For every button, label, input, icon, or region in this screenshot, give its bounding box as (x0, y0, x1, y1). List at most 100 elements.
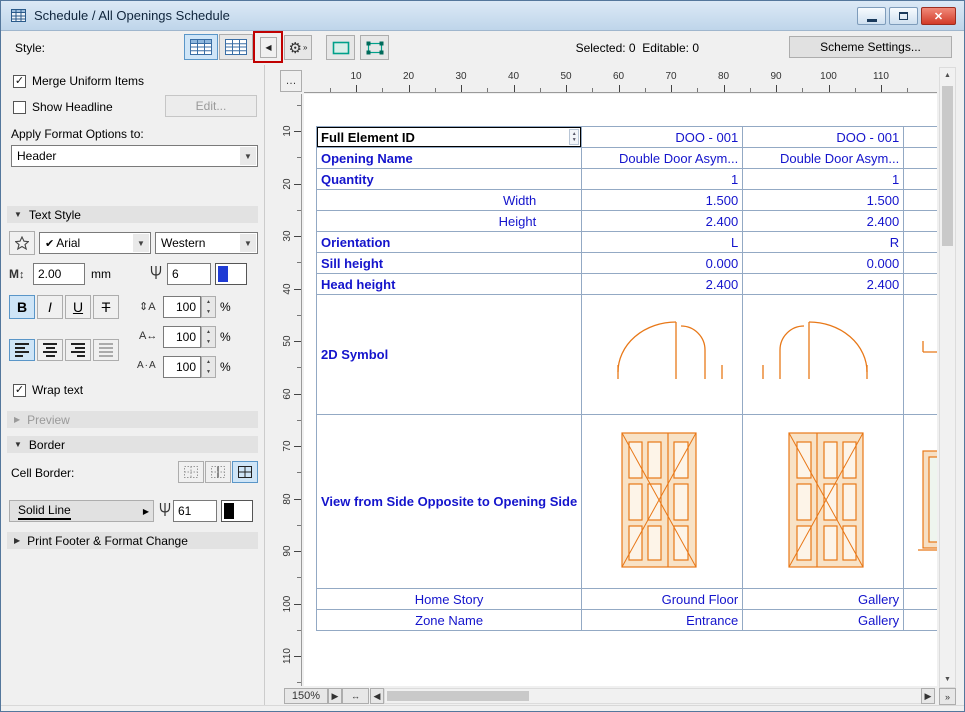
cell-value[interactable]: DOO - 002 (904, 127, 937, 148)
sort-widget[interactable]: ▲▼ (569, 129, 579, 145)
style-grid-colored-button[interactable] (184, 34, 218, 60)
font-family-select[interactable]: ✔ Arial ▼ (39, 232, 151, 254)
cell-value[interactable]: L (904, 232, 937, 253)
show-headline-checkbox[interactable]: Show Headline (13, 100, 113, 114)
edit-headline-button[interactable]: Edit... (165, 95, 257, 117)
align-justify-button[interactable] (93, 339, 119, 361)
border-section-header[interactable]: ▼ Border (7, 436, 258, 453)
char-spacing-stepper[interactable]: ▲▼ (201, 356, 216, 378)
cell-value[interactable]: 2.400 (904, 274, 937, 295)
line-spacing-stepper[interactable]: ▲▼ (201, 296, 216, 318)
cell-value[interactable]: Gallery (743, 589, 904, 610)
ruler-corner-button[interactable]: … (280, 70, 302, 92)
font-script-select[interactable]: Western ▼ (155, 232, 258, 254)
cell-value[interactable]: 1 (582, 169, 743, 190)
strikethrough-button[interactable]: T (93, 295, 119, 319)
schedule-canvas[interactable]: Full Element ID ▲▼ DOO - 001 DOO - 001 D… (304, 94, 937, 686)
text-style-section-header[interactable]: ▼ Text Style (7, 206, 258, 223)
cell-side-view[interactable] (904, 415, 937, 589)
align-right-button[interactable] (65, 339, 91, 361)
font-size-field[interactable] (33, 263, 85, 285)
wrap-text-checkbox[interactable]: ✓ Wrap text (13, 383, 83, 397)
cell-value[interactable]: DOO - 001 (743, 127, 904, 148)
scroll-down-icon[interactable]: ▼ (940, 672, 955, 687)
cell-value[interactable]: 2.400 (582, 211, 743, 232)
bold-button[interactable]: B (9, 295, 35, 319)
cell-value[interactable]: 2.400 (743, 211, 904, 232)
cell-value[interactable]: Double Door Asym... (582, 148, 743, 169)
row-label[interactable]: 2D Symbol (317, 295, 582, 415)
align-center-button[interactable] (37, 339, 63, 361)
text-pen-color-button[interactable] (215, 263, 247, 285)
horizontal-scroll-thumb[interactable] (387, 691, 529, 701)
zoom-flyout-button[interactable]: ▶ (328, 688, 342, 704)
cell-value[interactable]: Exhibition space (904, 610, 937, 631)
row-label[interactable]: Quantity (317, 169, 582, 190)
row-label[interactable]: Full Element ID ▲▼ (317, 127, 582, 148)
text-pen-field[interactable] (167, 263, 211, 285)
minimize-button[interactable] (857, 7, 886, 25)
cell-value[interactable]: Gallery (743, 610, 904, 631)
scheme-settings-button[interactable]: Scheme Settings... (789, 36, 952, 58)
scroll-left-icon[interactable]: ◀ (370, 688, 384, 704)
line-type-select[interactable]: Solid Line ▶ (9, 500, 154, 522)
vertical-scrollbar[interactable]: ▲ ▼ (939, 67, 956, 688)
cell-side-view[interactable] (582, 415, 743, 589)
cell-value[interactable]: Sliding Door 19 (904, 148, 937, 169)
cell-value[interactable]: 2.400 (743, 274, 904, 295)
char-spacing-field[interactable] (163, 356, 201, 378)
scroll-right-icon[interactable]: ▶ (921, 688, 935, 704)
horizontal-scrollbar[interactable] (384, 688, 935, 704)
cell-value[interactable]: 1 (904, 169, 937, 190)
underline-button[interactable]: U (65, 295, 91, 319)
pane-divider-button[interactable]: » (939, 688, 956, 705)
cell-value[interactable]: 0.000 (904, 253, 937, 274)
cell-value[interactable]: Ground Floor (904, 589, 937, 610)
select-area-button[interactable] (326, 35, 355, 60)
cell-value[interactable]: Ground Floor (582, 589, 743, 610)
cell-value[interactable]: 0.000 (743, 253, 904, 274)
cell-value[interactable]: Entrance (582, 610, 743, 631)
row-label[interactable]: Height (317, 211, 582, 232)
row-label[interactable]: Sill height (317, 253, 582, 274)
merge-uniform-checkbox[interactable]: ✓ Merge Uniform Items (13, 74, 144, 88)
cell-2d-symbol[interactable] (743, 295, 904, 415)
style-grid-plain-button[interactable] (219, 34, 253, 60)
border-none-button[interactable] (178, 461, 204, 483)
cell-value[interactable]: 2.400 (904, 211, 937, 232)
italic-button[interactable]: I (37, 295, 63, 319)
cell-value[interactable]: Double Door Asym... (743, 148, 904, 169)
cell-value[interactable]: 1.500 (582, 190, 743, 211)
maximize-button[interactable] (889, 7, 918, 25)
char-width-stepper[interactable]: ▲▼ (201, 326, 216, 348)
scroll-up-icon[interactable]: ▲ (940, 68, 955, 83)
row-label[interactable]: Orientation (317, 232, 582, 253)
titlebar[interactable]: Schedule / All Openings Schedule ✕ (1, 1, 964, 31)
cell-side-view[interactable] (743, 415, 904, 589)
row-label[interactable]: Opening Name (317, 148, 582, 169)
row-label[interactable]: Home Story (317, 589, 582, 610)
row-label[interactable]: View from Side Opposite to Opening Side (317, 415, 582, 589)
align-left-button[interactable] (9, 339, 35, 361)
print-footer-section-header[interactable]: ▶ Print Footer & Format Change (7, 532, 258, 549)
cell-value[interactable]: 3.000 (904, 190, 937, 211)
cell-value[interactable]: 1.500 (743, 190, 904, 211)
favorites-button[interactable] (9, 231, 35, 255)
cell-value[interactable]: L (582, 232, 743, 253)
vertical-scroll-thumb[interactable] (942, 86, 953, 246)
cell-value[interactable]: 0.000 (582, 253, 743, 274)
settings-flyout-button[interactable]: ⚙ » (284, 35, 312, 60)
row-label[interactable]: Zone Name (317, 610, 582, 631)
preview-section-header[interactable]: ▶ Preview (7, 411, 258, 428)
cell-2d-symbol[interactable] (904, 295, 937, 415)
cell-value[interactable]: R (743, 232, 904, 253)
line-spacing-field[interactable] (163, 296, 201, 318)
border-inner-button[interactable] (205, 461, 231, 483)
fit-width-button[interactable]: ↔ (342, 688, 369, 704)
border-all-button[interactable] (232, 461, 258, 483)
row-label[interactable]: Head height (317, 274, 582, 295)
row-label[interactable]: Width (317, 190, 582, 211)
zoom-level-button[interactable]: 150% (284, 688, 328, 704)
apply-format-select[interactable]: Header ▼ (11, 145, 258, 167)
cell-value[interactable]: DOO - 001 (582, 127, 743, 148)
